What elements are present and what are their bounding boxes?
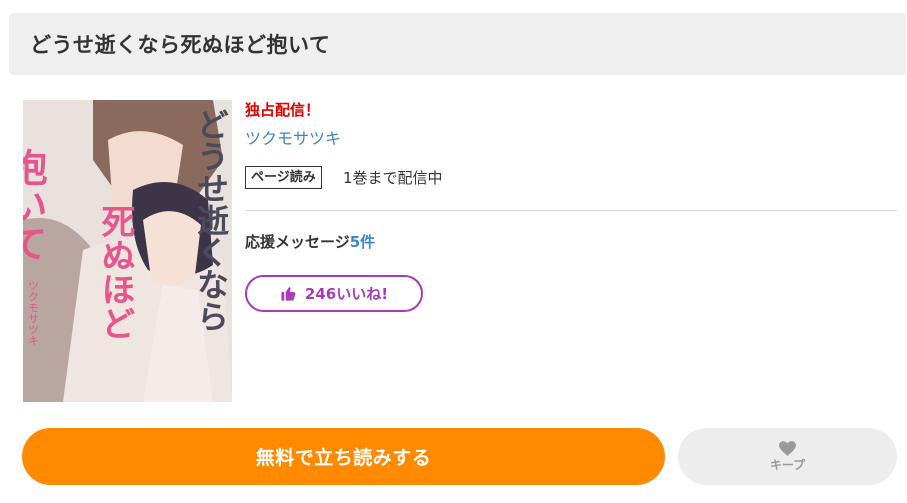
cover-title-left: 抱いて bbox=[23, 148, 47, 262]
heart-icon bbox=[779, 440, 796, 456]
like-label: 246いいね! bbox=[304, 285, 389, 303]
volume-status: 1巻まで配信中 bbox=[343, 169, 443, 187]
cover-image[interactable]: 抱いて どうせ逝くなら 死ぬほど ツクモサツキ bbox=[23, 100, 232, 402]
thumbs-up-icon bbox=[281, 286, 296, 301]
author-link[interactable]: ツクモサツキ bbox=[245, 128, 341, 150]
cover-art: 抱いて どうせ逝くなら 死ぬほど ツクモサツキ bbox=[23, 100, 232, 402]
cover-title-right: どうせ逝くなら bbox=[192, 108, 230, 332]
cover-title-center: 死ぬほど bbox=[95, 204, 135, 340]
page-title: どうせ逝くなら死ぬほど抱いて bbox=[30, 33, 331, 57]
keep-label: キープ bbox=[769, 457, 806, 472]
title-bar: どうせ逝くなら死ぬほど抱いて bbox=[9, 13, 906, 75]
keep-button[interactable]: キープ bbox=[678, 428, 897, 485]
divider bbox=[245, 210, 897, 211]
support-message-label: 応援メッセージ bbox=[245, 233, 350, 251]
free-preview-label: 無料で立ち読みする bbox=[255, 447, 432, 469]
free-preview-button[interactable]: 無料で立ち読みする bbox=[22, 428, 665, 485]
exclusive-label: 独占配信！ bbox=[245, 101, 321, 119]
support-message-count: 5件 bbox=[349, 233, 376, 251]
page-read-badge: ページ読み bbox=[245, 166, 322, 189]
support-message-link[interactable]: 応援メッセージ5件 bbox=[245, 231, 375, 253]
cover-author: ツクモサツキ bbox=[27, 280, 40, 346]
like-button[interactable]: 246いいね! bbox=[245, 275, 423, 312]
